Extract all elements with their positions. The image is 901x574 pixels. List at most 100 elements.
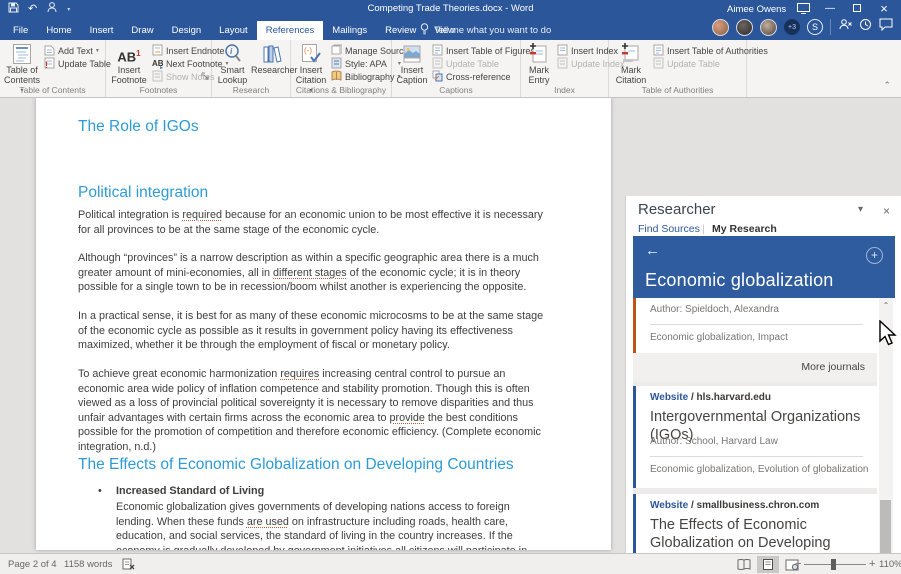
proofing-flagged-text: are used: [247, 516, 289, 528]
bibliography-button[interactable]: Bibliography ▾: [331, 70, 401, 83]
website-result-card[interactable]: Website / smallbusiness.chron.com The Ef…: [633, 494, 877, 553]
add-icon[interactable]: +: [866, 247, 883, 264]
insert-citation-icon: (-): [293, 43, 329, 65]
doc-heading-political: Political integration: [78, 184, 548, 202]
group-label: Table of Contents: [0, 85, 105, 95]
more-journals-link[interactable]: More journals: [801, 361, 865, 373]
search-query-title: Economic globalization: [645, 270, 834, 291]
document-page[interactable]: The Role of IGOs Political integration P…: [36, 98, 611, 550]
insert-caption-button[interactable]: Insert Caption: [394, 42, 430, 85]
tab-references[interactable]: References: [257, 21, 324, 40]
mark-citation-button[interactable]: Mark Citation: [611, 42, 651, 85]
smart-lookup-button[interactable]: i Smart Lookup: [214, 42, 251, 85]
doc-paragraph: Political integration is required becaus…: [78, 208, 546, 237]
tab-design[interactable]: Design: [163, 21, 211, 40]
svg-text:(-): (-): [304, 46, 312, 55]
proofing-flagged-text: different stages: [273, 267, 347, 279]
insert-table-of-authorities-button[interactable]: Insert Table of Authorities: [653, 44, 768, 57]
zoom-out-button[interactable]: −: [795, 558, 801, 570]
svg-text:AB: AB: [152, 59, 163, 68]
doc-bullet-paragraph: Economic globalization gives governments…: [116, 500, 545, 550]
tab-find-sources[interactable]: Find Sources: [638, 223, 700, 235]
tab-divider: |: [702, 223, 705, 235]
read-mode-button[interactable]: [733, 556, 755, 573]
zoom-level[interactable]: 110%: [879, 559, 901, 570]
proofing-flagged-text: required: [182, 209, 222, 221]
tab-my-research[interactable]: My Research: [712, 223, 777, 235]
result-author: Author: School, Harvard Law: [650, 436, 778, 447]
result-source: Website / hls.harvard.edu: [650, 392, 771, 403]
tab-mailings[interactable]: Mailings: [323, 21, 376, 40]
scrollbar-thumb[interactable]: [880, 500, 891, 553]
back-arrow-icon[interactable]: ←: [645, 242, 660, 259]
insert-table-of-figures-button[interactable]: Insert Table of Figures: [432, 44, 535, 57]
group-table-of-contents: Table of Contents ▾ Add Text ▾ ! Update Ta…: [0, 40, 106, 97]
zoom-in-button[interactable]: +: [869, 558, 875, 570]
group-label: Captions: [392, 85, 520, 95]
close-button[interactable]: ×: [873, 0, 895, 16]
skype-icon[interactable]: S: [807, 19, 823, 35]
page-indicator[interactable]: Page 2 of 4: [8, 559, 57, 570]
tab-file[interactable]: File: [4, 21, 37, 40]
divider: [650, 324, 863, 325]
smart-lookup-icon: i: [214, 43, 251, 65]
tab-draw[interactable]: Draw: [122, 21, 162, 40]
collab-overflow-badge[interactable]: +3: [784, 19, 800, 35]
print-layout-button[interactable]: [757, 556, 779, 573]
bibliography-icon: [331, 70, 342, 84]
avatar[interactable]: [760, 19, 777, 36]
group-label: Table of Authorities: [609, 85, 746, 95]
researcher-button[interactable]: Researcher: [251, 42, 291, 76]
bullet-marker: •: [98, 485, 102, 497]
tab-layout[interactable]: Layout: [210, 21, 257, 40]
style-selector[interactable]: Style: APA ▾: [331, 57, 401, 70]
maximize-button[interactable]: [846, 0, 868, 16]
tab-review[interactable]: Review: [376, 21, 425, 40]
mark-entry-button[interactable]: Mark Entry: [523, 42, 555, 85]
result-title: The Effects of Economic Globalization on…: [650, 516, 865, 553]
dialog-launcher-icon[interactable]: [201, 67, 209, 85]
show-notes-icon: [152, 70, 163, 84]
tab-insert[interactable]: Insert: [81, 21, 123, 40]
share-icon[interactable]: [838, 18, 852, 36]
avatar[interactable]: [712, 19, 729, 36]
minimize-button[interactable]: —: [819, 0, 841, 16]
doc-heading-effects: The Effects of Economic Globalization on…: [78, 456, 548, 474]
researcher-icon: [251, 43, 291, 65]
group-captions: Insert Caption Insert Table of Figures U…: [392, 40, 521, 97]
comments-icon[interactable]: [879, 18, 893, 36]
researcher-pane: Researcher ▾ × Find Sources | My Researc…: [625, 196, 901, 553]
search-header: ← + Economic globalization: [633, 236, 895, 298]
scroll-up-icon[interactable]: ⌃: [879, 301, 893, 310]
pane-options-caret-icon[interactable]: ▾: [858, 204, 863, 215]
doc-heading-igos: The Role of IGOs: [78, 118, 548, 136]
tab-home[interactable]: Home: [37, 21, 80, 40]
add-text-button[interactable]: Add Text ▾: [44, 44, 99, 57]
history-icon[interactable]: [859, 18, 872, 36]
word-count[interactable]: 1158 words: [64, 559, 112, 570]
update-index-icon: [557, 57, 568, 71]
insert-endnote-icon: [152, 44, 163, 58]
display-settings-icon[interactable]: [792, 0, 814, 16]
lightbulb-icon: [420, 23, 429, 38]
proofing-status-icon[interactable]: [122, 558, 135, 573]
signed-in-user[interactable]: Aimee Owens: [727, 4, 786, 15]
journal-result-card[interactable]: Author: Spieldoch, Alexandra Economic gl…: [633, 298, 877, 353]
doc-bullet-title: Increased Standard of Living: [116, 485, 546, 497]
zoom-slider-thumb[interactable]: [831, 559, 836, 570]
divider: [650, 456, 863, 457]
avatar[interactable]: [736, 19, 753, 36]
collapse-ribbon-icon[interactable]: ⌃: [883, 80, 891, 91]
update-table-authorities-button: Update Table: [653, 57, 720, 70]
table-of-contents-icon: [2, 43, 42, 65]
pane-close-icon[interactable]: ×: [883, 204, 890, 218]
insert-footnote-button[interactable]: AB1 Insert Footnote: [108, 42, 150, 85]
tell-me-box[interactable]: Tell me what you want to do: [420, 21, 551, 40]
cross-reference-button[interactable]: Cross-reference: [432, 70, 511, 83]
more-journals-bar: More journals: [633, 353, 877, 382]
title-bar: ↶ ▾ Competing Trade Theories.docx - Word…: [0, 0, 901, 40]
group-index: Mark Entry Insert Index Update Index Ind…: [521, 40, 609, 97]
website-result-card[interactable]: Website / hls.harvard.edu Intergovernmen…: [633, 386, 877, 488]
insert-table-of-authorities-icon: [653, 44, 664, 58]
update-table-button[interactable]: ! Update Table: [44, 57, 111, 70]
